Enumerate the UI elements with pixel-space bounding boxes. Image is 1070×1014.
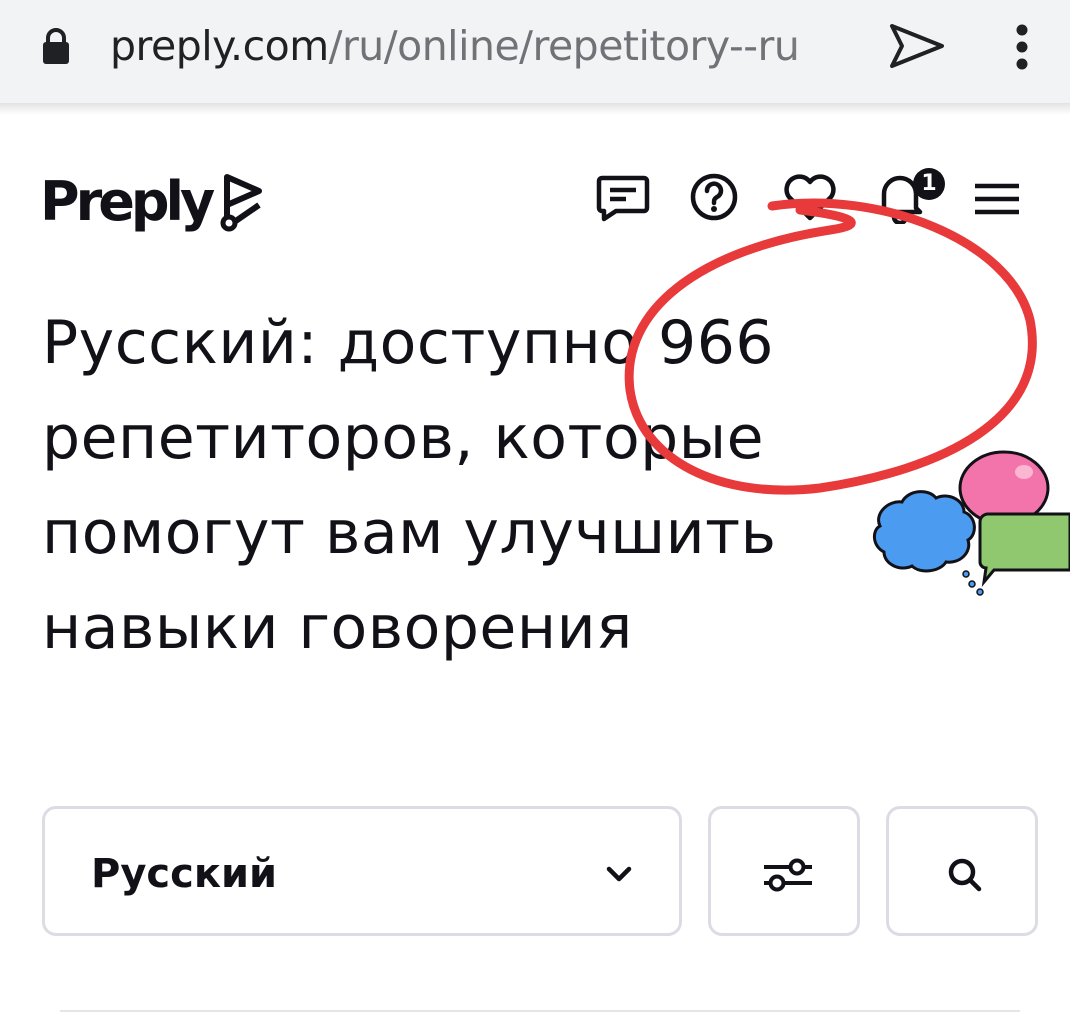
preply-logo[interactable]: Preply <box>40 161 267 241</box>
url-domain: preply.com <box>110 22 329 70</box>
hamburger-menu-icon[interactable] <box>972 180 1022 222</box>
logo-mark-icon <box>220 174 263 232</box>
page-title: Русский: доступно 966 репетиторов, котор… <box>42 308 777 663</box>
help-icon[interactable] <box>689 172 739 226</box>
logo-text: Preply <box>40 169 215 233</box>
browser-url-bar: preply.com/ru/online/repetitory--ru <box>0 0 1070 104</box>
filters-icon <box>764 858 812 892</box>
lock-icon <box>42 27 70 69</box>
chevron-down-icon <box>606 866 632 882</box>
send-icon[interactable] <box>888 22 946 74</box>
heart-icon[interactable] <box>782 174 838 226</box>
section-divider <box>60 1010 1020 1012</box>
url-path: /ru/online/repetitory--ru <box>328 22 800 70</box>
filters-button[interactable] <box>708 806 860 936</box>
search-button[interactable] <box>886 806 1038 936</box>
url-field[interactable]: preply.com/ru/online/repetitory--ru <box>110 16 850 76</box>
speech-bubbles-illustration <box>873 450 1070 596</box>
chat-icon[interactable] <box>596 174 650 226</box>
url-bar-shadow <box>0 103 1070 115</box>
language-select-value: Русский <box>91 851 278 897</box>
language-select[interactable]: Русский <box>42 806 682 936</box>
notification-badge: 1 <box>913 168 945 200</box>
more-vert-icon[interactable] <box>1014 22 1030 76</box>
url-fade <box>790 14 860 78</box>
search-icon <box>948 858 982 892</box>
